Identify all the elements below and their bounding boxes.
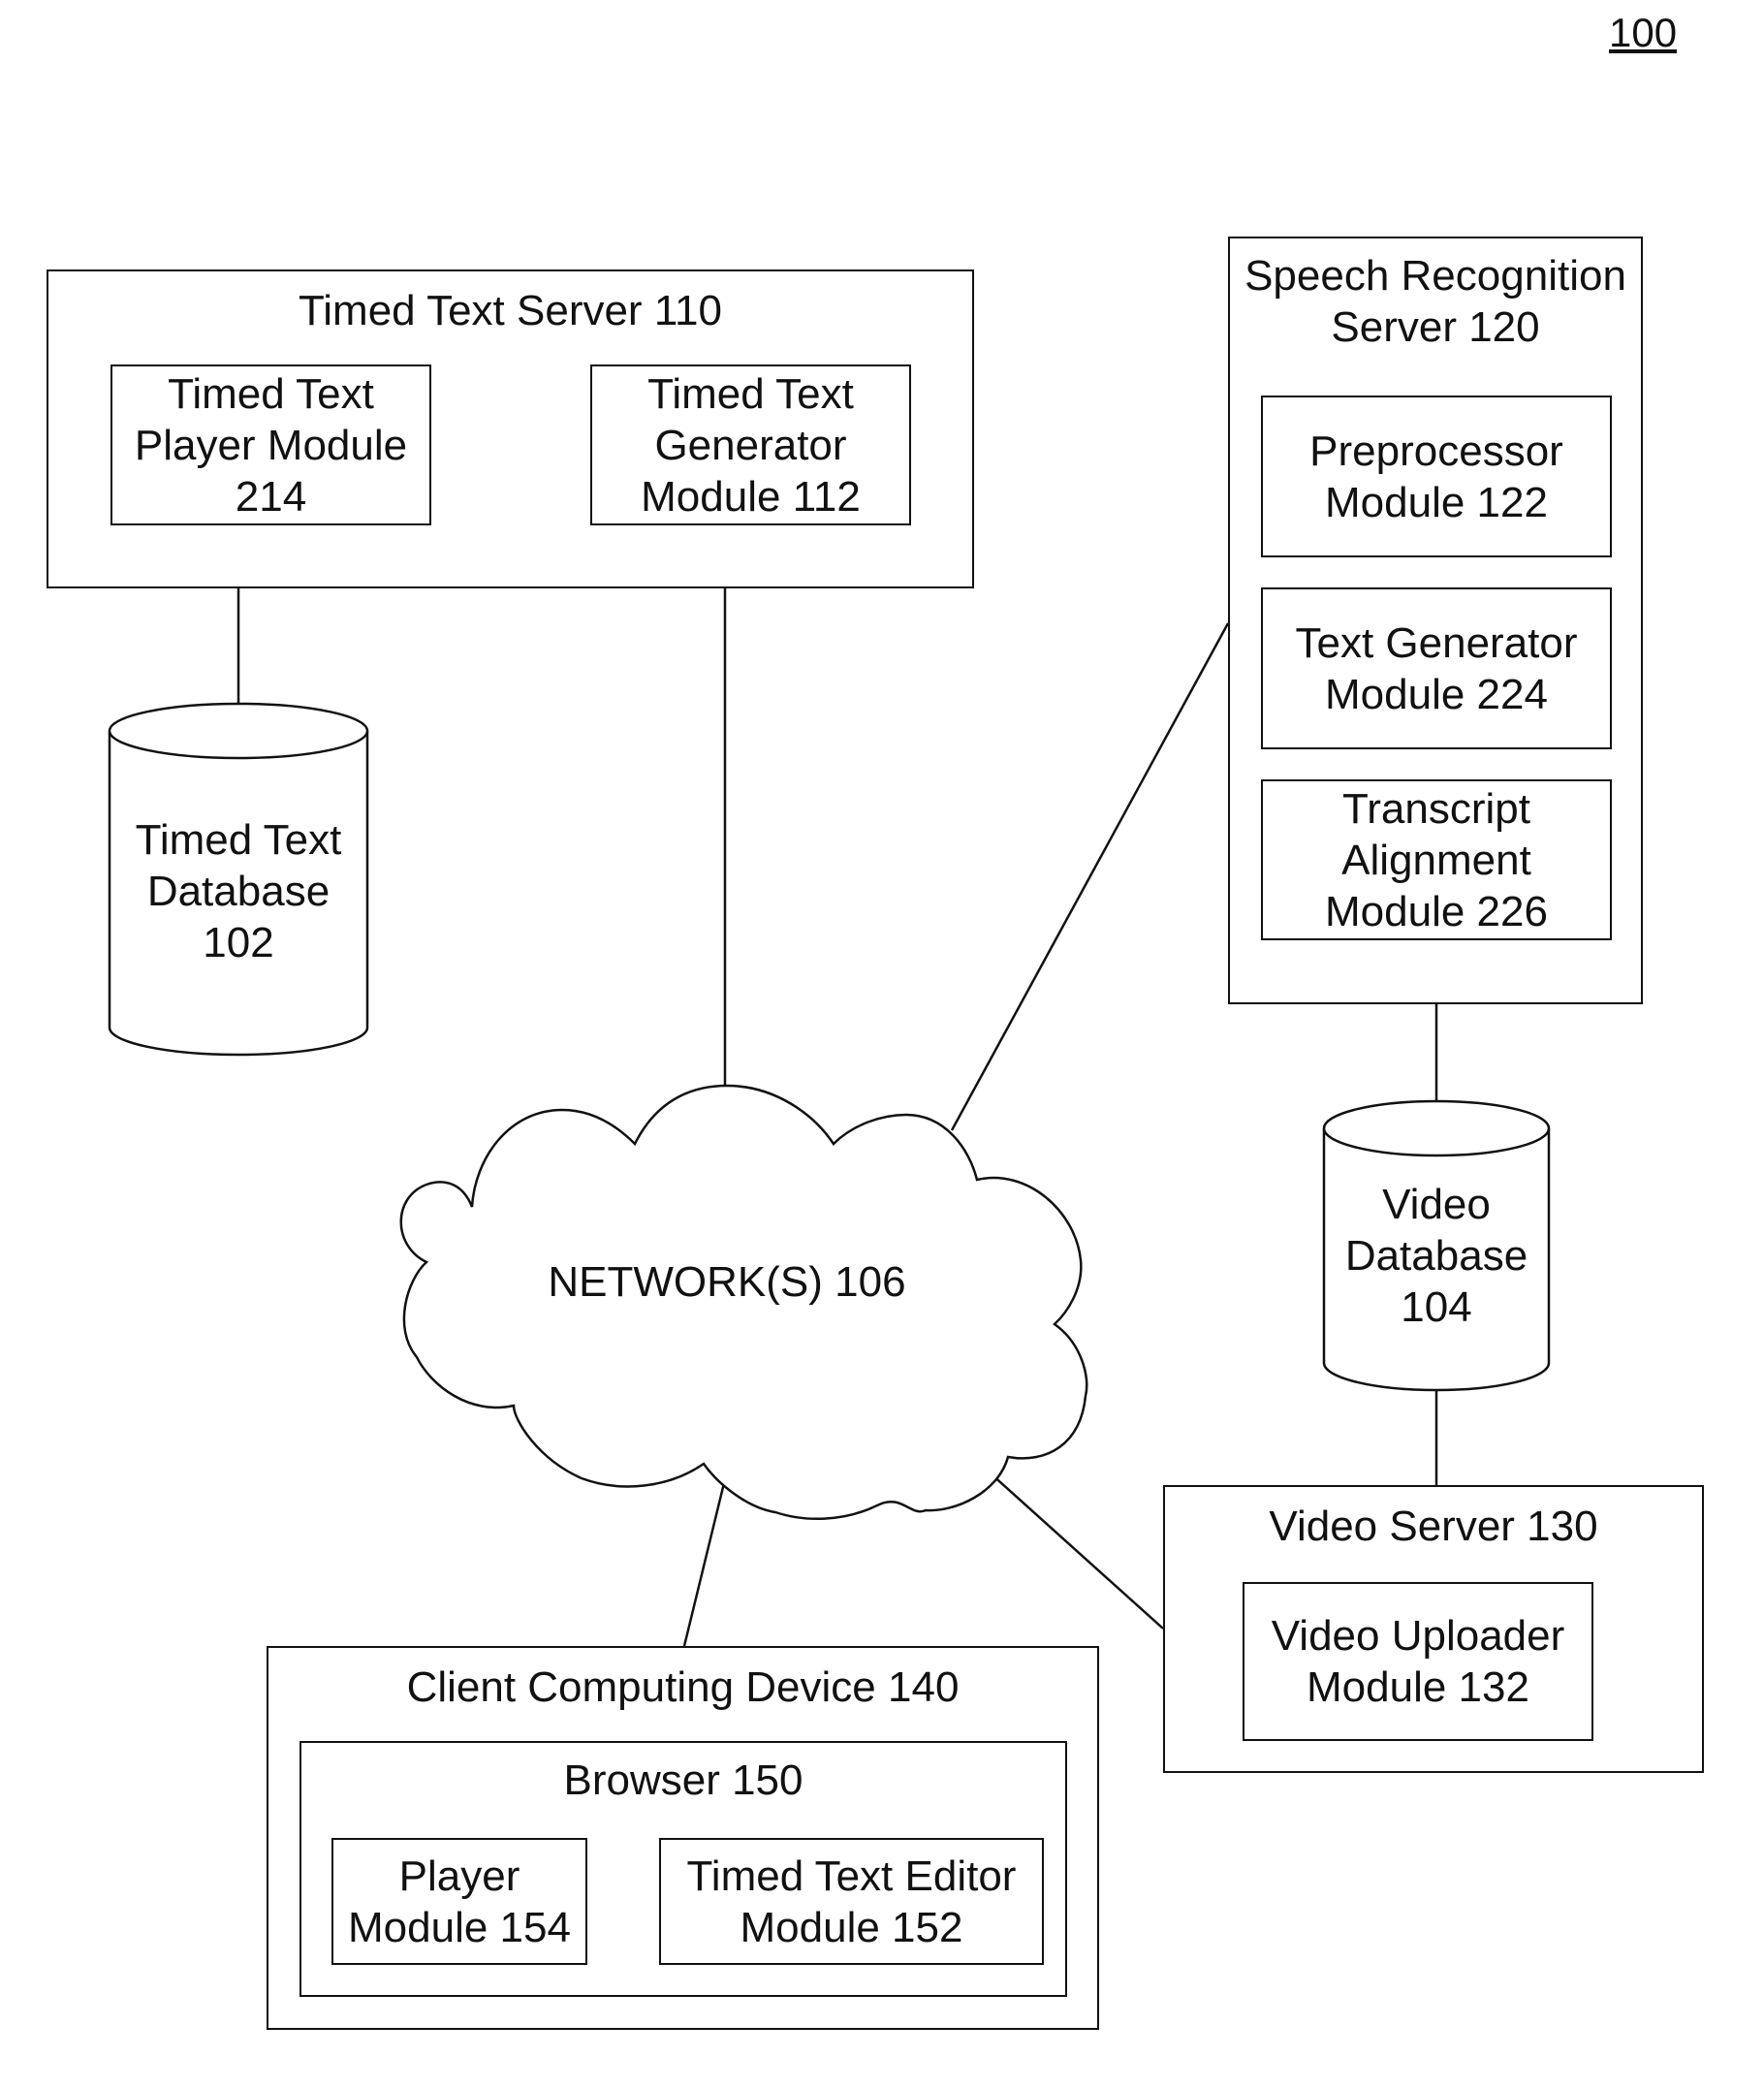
connector-network-to-client xyxy=(682,1482,726,1647)
text-generator-module: Text Generator Module 224 xyxy=(1261,587,1612,749)
text-generator-module-label: Text Generator Module 224 xyxy=(1295,618,1578,718)
timed-text-player-module-label: Timed Text Player Module 214 xyxy=(134,369,408,521)
client-computing-device-title: Client Computing Device 140 xyxy=(406,1663,960,1711)
player-module: Player Module 154 xyxy=(331,1838,587,1965)
preprocessor-module-label: Preprocessor Module 122 xyxy=(1309,427,1563,526)
transcript-alignment-module-label: Transcript Alignment Module 226 xyxy=(1325,784,1548,935)
connector-speech-to-network xyxy=(950,622,1230,1131)
figure-number: 100 xyxy=(1609,10,1678,55)
video-database-label: Video Database 104 xyxy=(1344,1181,1528,1331)
timed-text-server-title: Timed Text Server 110 xyxy=(299,287,722,334)
transcript-alignment-module: Transcript Alignment Module 226 xyxy=(1261,779,1612,940)
timed-text-editor-module: Timed Text Editor Module 152 xyxy=(659,1838,1044,1965)
video-server-title: Video Server 130 xyxy=(1269,1503,1598,1550)
timed-text-editor-module-label: Timed Text Editor Module 152 xyxy=(686,1852,1017,1951)
timed-text-database-label: Timed Text Database 102 xyxy=(135,816,342,966)
browser-title: Browser 150 xyxy=(563,1757,803,1804)
player-module-label: Player Module 154 xyxy=(348,1852,571,1951)
timed-text-player-module: Timed Text Player Module 214 xyxy=(110,364,431,525)
network-label: NETWORK(S) 106 xyxy=(548,1258,906,1306)
timed-text-generator-module: Timed Text Generator Module 112 xyxy=(590,364,911,525)
speech-recognition-server-title: Speech Recognition Server 120 xyxy=(1244,252,1626,351)
preprocessor-module: Preprocessor Module 122 xyxy=(1261,396,1612,557)
video-uploader-module: Video Uploader Module 132 xyxy=(1243,1582,1593,1741)
timed-text-generator-module-label: Timed Text Generator Module 112 xyxy=(641,369,861,521)
video-uploader-module-label: Video Uploader Module 132 xyxy=(1271,1612,1565,1711)
